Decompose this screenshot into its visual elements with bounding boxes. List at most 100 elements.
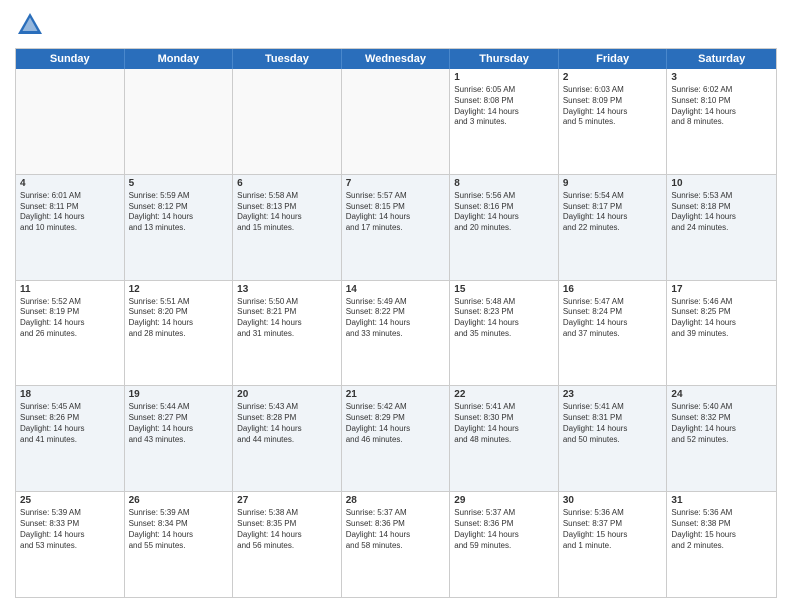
day-number: 1 [454,72,554,83]
day-number: 8 [454,178,554,189]
day-number: 5 [129,178,229,189]
day-number: 31 [671,495,772,506]
calendar-cell: 11 Sunrise: 5:52 AM Sunset: 8:19 PM Dayli… [16,281,125,386]
calendar-cell: 22Sunrise: 5:41 AM Sunset: 8:30 PM Dayli… [450,386,559,491]
day-info: Sunrise: 5:51 AM Sunset: 8:20 PM Dayligh… [129,297,229,340]
day-number: 20 [237,389,337,400]
calendar-cell: 19 Sunrise: 5:44 AM Sunset: 8:27 PM Dayli… [125,386,234,491]
calendar-row: 25Sunrise: 5:39 AM Sunset: 8:33 PM Dayli… [16,492,776,597]
calendar-row: 11 Sunrise: 5:52 AM Sunset: 8:19 PM Dayli… [16,281,776,387]
calendar-header-cell: Wednesday [342,49,451,69]
calendar-cell: 21Sunrise: 5:42 AM Sunset: 8:29 PM Dayli… [342,386,451,491]
day-info: Sunrise: 6:03 AM Sunset: 8:09 PM Dayligh… [563,85,663,128]
calendar-cell: 20 Sunrise: 5:43 AM Sunset: 8:28 PM Dayli… [233,386,342,491]
day-number: 2 [563,72,663,83]
calendar-cell [342,69,451,174]
day-number: 9 [563,178,663,189]
day-info: Sunrise: 5:50 AM Sunset: 8:21 PM Dayligh… [237,297,337,340]
calendar-header-cell: Sunday [16,49,125,69]
calendar-cell: 17Sunrise: 5:46 AM Sunset: 8:25 PM Dayli… [667,281,776,386]
day-info: Sunrise: 5:46 AM Sunset: 8:25 PM Dayligh… [671,297,772,340]
calendar-cell: 30 Sunrise: 5:36 AM Sunset: 8:37 PM Dayli… [559,492,668,597]
calendar-row: 4 Sunrise: 6:01 AM Sunset: 8:11 PM Daylig… [16,175,776,281]
calendar-cell: 3Sunrise: 6:02 AM Sunset: 8:10 PM Daylig… [667,69,776,174]
day-info: Sunrise: 5:41 AM Sunset: 8:31 PM Dayligh… [563,402,663,445]
calendar-cell: 15 Sunrise: 5:48 AM Sunset: 8:23 PM Dayli… [450,281,559,386]
day-number: 28 [346,495,446,506]
day-number: 10 [671,178,772,189]
day-info: Sunrise: 6:01 AM Sunset: 8:11 PM Dayligh… [20,191,120,234]
day-number: 4 [20,178,120,189]
calendar-cell: 1 Sunrise: 6:05 AM Sunset: 8:08 PM Daylig… [450,69,559,174]
calendar-row: 18 Sunrise: 5:45 AM Sunset: 8:26 PM Dayli… [16,386,776,492]
calendar-cell: 25Sunrise: 5:39 AM Sunset: 8:33 PM Dayli… [16,492,125,597]
day-info: Sunrise: 5:36 AM Sunset: 8:38 PM Dayligh… [671,508,772,551]
day-info: Sunrise: 5:53 AM Sunset: 8:18 PM Dayligh… [671,191,772,234]
day-info: Sunrise: 6:05 AM Sunset: 8:08 PM Dayligh… [454,85,554,128]
day-info: Sunrise: 5:43 AM Sunset: 8:28 PM Dayligh… [237,402,337,445]
day-info: Sunrise: 5:45 AM Sunset: 8:26 PM Dayligh… [20,402,120,445]
calendar-cell: 10 Sunrise: 5:53 AM Sunset: 8:18 PM Dayli… [667,175,776,280]
day-info: Sunrise: 5:49 AM Sunset: 8:22 PM Dayligh… [346,297,446,340]
day-number: 30 [563,495,663,506]
day-info: Sunrise: 5:38 AM Sunset: 8:35 PM Dayligh… [237,508,337,551]
day-number: 26 [129,495,229,506]
day-info: Sunrise: 5:37 AM Sunset: 8:36 PM Dayligh… [454,508,554,551]
day-number: 14 [346,284,446,295]
calendar-cell: 12 Sunrise: 5:51 AM Sunset: 8:20 PM Dayli… [125,281,234,386]
calendar-cell: 9 Sunrise: 5:54 AM Sunset: 8:17 PM Daylig… [559,175,668,280]
day-number: 16 [563,284,663,295]
day-number: 7 [346,178,446,189]
calendar-cell: 27 Sunrise: 5:38 AM Sunset: 8:35 PM Dayli… [233,492,342,597]
logo [15,10,49,40]
calendar-cell: 2 Sunrise: 6:03 AM Sunset: 8:09 PM Daylig… [559,69,668,174]
calendar-cell [16,69,125,174]
day-number: 13 [237,284,337,295]
day-info: Sunrise: 5:58 AM Sunset: 8:13 PM Dayligh… [237,191,337,234]
day-info: Sunrise: 5:36 AM Sunset: 8:37 PM Dayligh… [563,508,663,551]
day-info: Sunrise: 5:48 AM Sunset: 8:23 PM Dayligh… [454,297,554,340]
calendar-cell: 18 Sunrise: 5:45 AM Sunset: 8:26 PM Dayli… [16,386,125,491]
day-number: 29 [454,495,554,506]
calendar-cell: 5Sunrise: 5:59 AM Sunset: 8:12 PM Daylig… [125,175,234,280]
day-number: 22 [454,389,554,400]
calendar-cell: 14 Sunrise: 5:49 AM Sunset: 8:22 PM Dayli… [342,281,451,386]
calendar-cell: 23 Sunrise: 5:41 AM Sunset: 8:31 PM Dayli… [559,386,668,491]
calendar-cell [125,69,234,174]
day-info: Sunrise: 5:39 AM Sunset: 8:33 PM Dayligh… [20,508,120,551]
day-number: 11 [20,284,120,295]
calendar-cell: 28 Sunrise: 5:37 AM Sunset: 8:36 PM Dayli… [342,492,451,597]
calendar-cell: 16Sunrise: 5:47 AM Sunset: 8:24 PM Dayli… [559,281,668,386]
calendar-cell: 26 Sunrise: 5:39 AM Sunset: 8:34 PM Dayli… [125,492,234,597]
day-number: 12 [129,284,229,295]
day-number: 15 [454,284,554,295]
calendar: SundayMondayTuesdayWednesdayThursdayFrid… [15,48,777,598]
calendar-header-cell: Friday [559,49,668,69]
header [15,10,777,40]
day-info: Sunrise: 5:54 AM Sunset: 8:17 PM Dayligh… [563,191,663,234]
day-info: Sunrise: 5:44 AM Sunset: 8:27 PM Dayligh… [129,402,229,445]
calendar-header-cell: Tuesday [233,49,342,69]
day-info: Sunrise: 5:39 AM Sunset: 8:34 PM Dayligh… [129,508,229,551]
calendar-cell: 4 Sunrise: 6:01 AM Sunset: 8:11 PM Daylig… [16,175,125,280]
logo-icon [15,10,45,40]
calendar-cell: 24Sunrise: 5:40 AM Sunset: 8:32 PM Dayli… [667,386,776,491]
calendar-header-cell: Monday [125,49,234,69]
calendar-header: SundayMondayTuesdayWednesdayThursdayFrid… [16,49,776,69]
day-info: Sunrise: 5:37 AM Sunset: 8:36 PM Dayligh… [346,508,446,551]
day-number: 18 [20,389,120,400]
calendar-cell [233,69,342,174]
calendar-header-cell: Saturday [667,49,776,69]
calendar-cell: 31 Sunrise: 5:36 AM Sunset: 8:38 PM Dayli… [667,492,776,597]
day-number: 19 [129,389,229,400]
day-info: Sunrise: 5:57 AM Sunset: 8:15 PM Dayligh… [346,191,446,234]
day-info: Sunrise: 5:56 AM Sunset: 8:16 PM Dayligh… [454,191,554,234]
day-number: 21 [346,389,446,400]
day-number: 6 [237,178,337,189]
day-info: Sunrise: 5:52 AM Sunset: 8:19 PM Dayligh… [20,297,120,340]
calendar-cell: 6 Sunrise: 5:58 AM Sunset: 8:13 PM Daylig… [233,175,342,280]
day-number: 24 [671,389,772,400]
calendar-cell: 29 Sunrise: 5:37 AM Sunset: 8:36 PM Dayli… [450,492,559,597]
day-number: 27 [237,495,337,506]
day-number: 23 [563,389,663,400]
